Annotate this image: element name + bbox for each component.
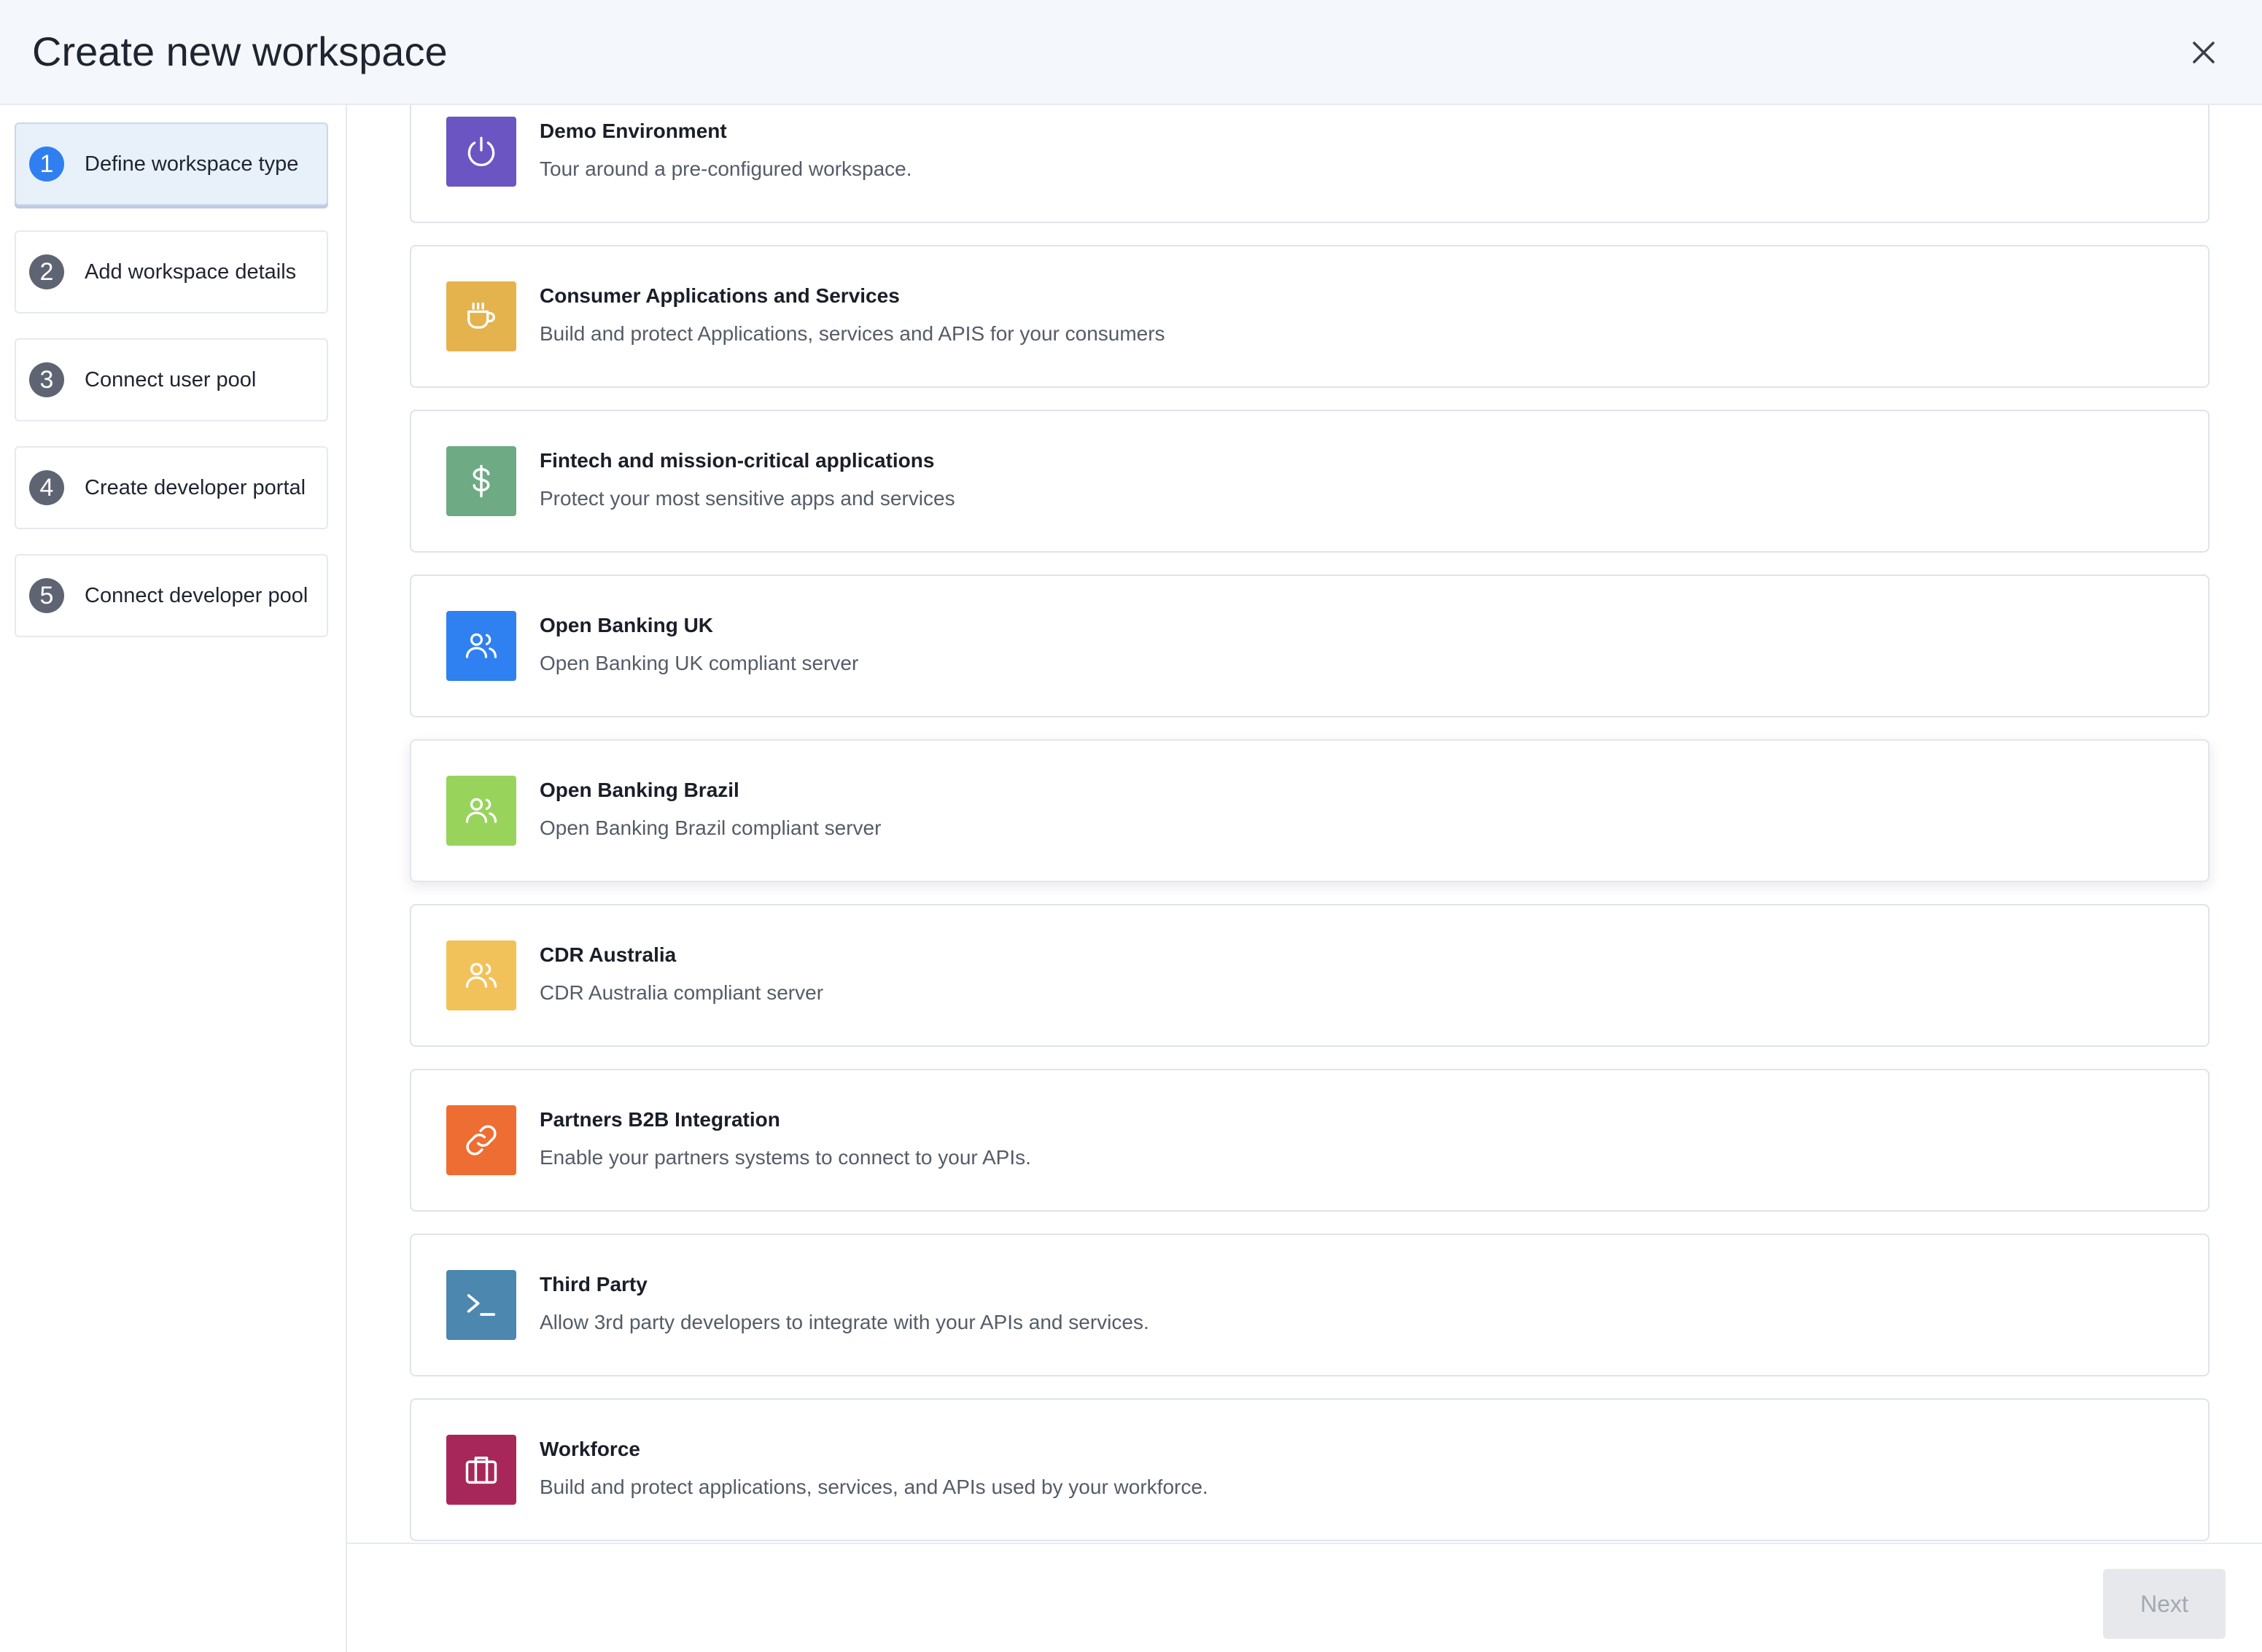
step-label: Connect developer pool — [85, 583, 308, 607]
step-add-workspace-details[interactable]: 2 Add workspace details — [15, 230, 328, 313]
card-description: Build and protect Applications, services… — [540, 322, 1165, 345]
workspace-type-card-consumer-applications[interactable]: Consumer Applications and Services Build… — [410, 245, 2209, 388]
dialog-footer: Next — [347, 1543, 2262, 1652]
steps-sidebar: 1 Define workspace type 2 Add workspace … — [0, 105, 347, 1652]
card-icon-tile — [446, 1105, 516, 1175]
card-description: Allow 3rd party developers to integrate … — [540, 1311, 1149, 1333]
card-title: Consumer Applications and Services — [540, 284, 900, 307]
step-label: Create developer portal — [85, 475, 306, 499]
card-description: Protect your most sensitive apps and ser… — [540, 487, 955, 510]
briefcase-icon — [465, 1457, 497, 1484]
card-title: Third Party — [540, 1273, 648, 1296]
card-title: Open Banking Brazil — [540, 779, 739, 801]
step-define-workspace-type[interactable]: 1 Define workspace type — [15, 122, 328, 206]
users-icon — [465, 633, 497, 658]
workspace-type-card-fintech[interactable]: Fintech and mission-critical application… — [410, 410, 2209, 553]
step-number: 2 — [29, 254, 64, 289]
card-description: Open Banking Brazil compliant server — [540, 817, 882, 839]
step-label: Add workspace details — [85, 260, 297, 284]
card-description: Open Banking UK compliant server — [540, 652, 859, 674]
workspace-type-list: Demo Environment Tour around a pre-confi… — [347, 105, 2262, 1543]
close-icon — [2193, 42, 2215, 63]
card-icon-tile — [446, 776, 516, 846]
card-icon-tile — [446, 611, 516, 681]
step-number: 1 — [29, 147, 64, 182]
card-title: Partners B2B Integration — [540, 1108, 780, 1131]
dialog-title: Create new workspace — [32, 28, 448, 74]
terminal-icon — [467, 1294, 496, 1316]
step-connect-developer-pool[interactable]: 5 Connect developer pool — [15, 554, 328, 637]
dollar-icon — [473, 464, 490, 498]
step-connect-user-pool[interactable]: 3 Connect user pool — [15, 338, 328, 421]
card-icon-tile — [446, 446, 516, 516]
users-icon — [465, 798, 497, 823]
card-title: CDR Australia — [540, 943, 677, 966]
power-icon — [467, 136, 495, 166]
step-label: Connect user pool — [85, 367, 257, 391]
workspace-type-card-demo-environment[interactable]: Demo Environment Tour around a pre-confi… — [410, 105, 2209, 223]
step-create-developer-portal[interactable]: 4 Create developer portal — [15, 446, 328, 529]
card-icon-tile — [446, 117, 516, 187]
step-number: 3 — [29, 362, 64, 397]
card-title: Workforce — [540, 1438, 640, 1460]
card-description: Tour around a pre-configured workspace. — [540, 157, 912, 180]
card-title: Open Banking UK — [540, 614, 714, 636]
card-description: Build and protect applications, services… — [540, 1476, 1208, 1498]
card-icon-tile — [446, 1270, 516, 1340]
workspace-type-card-open-banking-uk[interactable]: Open Banking UK Open Banking UK complian… — [410, 574, 2209, 717]
link-icon — [466, 1125, 497, 1156]
workspace-type-card-open-banking-brazil[interactable]: Open Banking Brazil Open Banking Brazil … — [410, 739, 2209, 882]
step-number: 4 — [29, 470, 64, 505]
workspace-type-card-third-party[interactable]: Third Party Allow 3rd party developers t… — [410, 1234, 2209, 1376]
card-description: Enable your partners systems to connect … — [540, 1146, 1031, 1169]
dialog-header: Create new workspace — [0, 0, 2262, 105]
users-icon — [465, 962, 497, 988]
card-icon-tile — [446, 1435, 516, 1505]
workspace-type-card-workforce[interactable]: Workforce Build and protect applications… — [410, 1398, 2209, 1541]
step-label: Define workspace type — [85, 152, 299, 176]
coffee-cup-icon — [467, 303, 495, 329]
step-number: 5 — [29, 578, 64, 613]
next-button[interactable]: Next — [2103, 1569, 2226, 1639]
card-icon-tile — [446, 281, 516, 351]
card-title: Demo Environment — [540, 120, 727, 142]
workspace-type-card-cdr-australia[interactable]: CDR Australia CDR Australia compliant se… — [410, 904, 2209, 1047]
card-description: CDR Australia compliant server — [540, 981, 824, 1004]
workspace-type-card-partners-b2b[interactable]: Partners B2B Integration Enable your par… — [410, 1069, 2209, 1212]
card-title: Fintech and mission-critical application… — [540, 449, 935, 472]
card-icon-tile — [446, 940, 516, 1010]
close-button[interactable] — [2183, 32, 2224, 73]
